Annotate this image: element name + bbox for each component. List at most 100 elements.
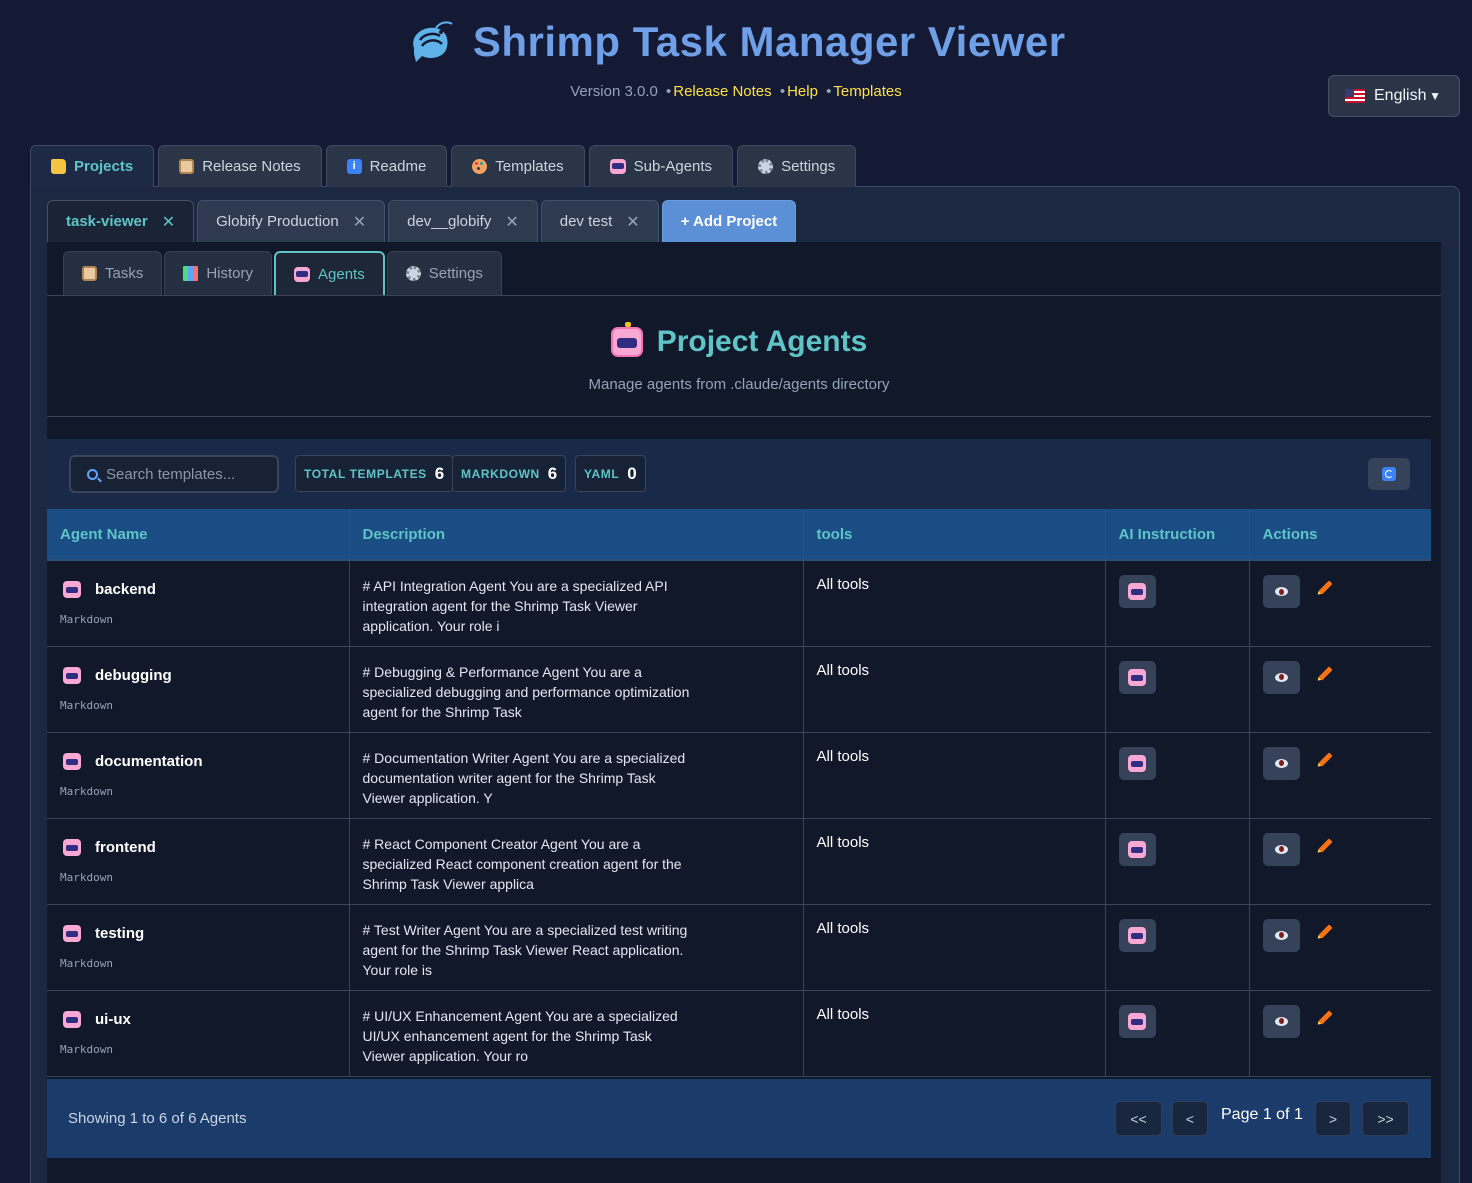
actions-cell: [1249, 646, 1431, 733]
stat-yaml: YAML 0: [575, 455, 646, 492]
column-header-description[interactable]: Description: [349, 509, 804, 561]
agent-name-cell: frontend Markdown: [47, 818, 350, 905]
agent-name[interactable]: ui-ux: [95, 1011, 131, 1028]
view-button[interactable]: [1262, 746, 1300, 780]
table-row[interactable]: backend Markdown # API Integration Agent Y…: [47, 560, 1431, 647]
agent-name[interactable]: testing: [95, 925, 144, 942]
ai-instruction-button[interactable]: [1118, 832, 1156, 866]
last-page-button[interactable]: >>: [1362, 1101, 1409, 1136]
agent-type: Markdown: [60, 870, 113, 884]
help-link[interactable]: Help: [787, 83, 818, 100]
close-icon[interactable]: ✕: [353, 212, 366, 232]
templates-link[interactable]: Templates: [833, 83, 901, 100]
edit-pencil-icon[interactable]: [1317, 1009, 1333, 1025]
ai-instruction-button[interactable]: [1118, 660, 1156, 694]
edit-pencil-icon[interactable]: [1317, 837, 1333, 853]
tools-cell: All tools: [803, 990, 1106, 1077]
agent-description: # API Integration Agent You are a specia…: [362, 578, 668, 634]
palette-icon: [472, 159, 488, 174]
sub-tab-settings[interactable]: Settings: [386, 251, 502, 295]
table-row[interactable]: testing Markdown # Test Writer Agent You a…: [47, 904, 1431, 991]
edit-pencil-icon[interactable]: [1317, 665, 1333, 681]
table-row[interactable]: documentation Markdown # Documentation Wri…: [47, 732, 1431, 819]
project-tab-task-viewer[interactable]: task-viewer ✕: [47, 200, 195, 242]
tab-readme[interactable]: i Readme: [325, 145, 448, 187]
robot-icon: [63, 752, 81, 770]
tab-projects[interactable]: Projects: [30, 145, 155, 187]
sub-tab-history[interactable]: History: [164, 251, 273, 295]
next-page-button[interactable]: >: [1315, 1101, 1351, 1136]
project-tab-dev-test[interactable]: dev test ✕: [540, 200, 659, 242]
sub-tab-agents[interactable]: Agents: [274, 251, 385, 295]
close-icon[interactable]: ✕: [626, 212, 639, 232]
refresh-button[interactable]: [1368, 458, 1410, 490]
edit-pencil-icon[interactable]: [1317, 923, 1333, 939]
table-row[interactable]: frontend Markdown # React Component Creato…: [47, 818, 1431, 905]
version-line: Version 3.0.0 • Release Notes • Help • Temp…: [570, 83, 902, 100]
actions-cell: [1249, 732, 1431, 819]
agent-name-cell: documentation Markdown: [47, 732, 350, 819]
agent-name[interactable]: documentation: [95, 753, 203, 770]
agent-name-line: frontend: [63, 838, 336, 856]
search-input[interactable]: [106, 465, 256, 483]
actions-cell: [1249, 904, 1431, 991]
column-header-ai-instruction: AI Instruction: [1105, 509, 1250, 561]
agent-name[interactable]: frontend: [95, 839, 156, 856]
add-project-button[interactable]: + Add Project: [661, 200, 797, 242]
eye-icon: [1274, 758, 1288, 768]
table-row[interactable]: debugging Markdown # Debugging & Performan…: [47, 646, 1431, 733]
refresh-icon: [1382, 467, 1396, 481]
agent-name-cell: debugging Markdown: [47, 646, 350, 733]
stat-label: MARKDOWN: [461, 466, 540, 481]
project-tab-dev-globify[interactable]: dev__globify ✕: [388, 200, 538, 242]
agent-type: Markdown: [60, 784, 113, 798]
tab-templates[interactable]: Templates: [451, 145, 585, 187]
description-cell: # Debugging & Performance Agent You are …: [349, 646, 804, 733]
stat-value: 0: [627, 463, 637, 483]
tab-label: Settings: [781, 158, 836, 175]
view-button[interactable]: [1262, 660, 1300, 694]
view-button[interactable]: [1262, 1004, 1300, 1038]
sub-tab-tasks[interactable]: Tasks: [63, 251, 163, 295]
tab-sub-agents[interactable]: Sub-Agents: [588, 145, 734, 187]
robot-icon: [609, 159, 626, 174]
language-selector[interactable]: English ▼: [1328, 75, 1460, 117]
tab-release-notes[interactable]: Release Notes: [158, 145, 322, 187]
view-button[interactable]: [1262, 832, 1300, 866]
tab-label: Readme: [369, 158, 427, 175]
robot-icon: [63, 1010, 81, 1028]
project-tab-globify-production[interactable]: Globify Production ✕: [197, 200, 386, 242]
column-header-tools[interactable]: tools: [803, 509, 1106, 561]
divider: [47, 295, 1441, 296]
page-subtitle: Manage agents from .claude/agents direct…: [588, 376, 890, 393]
robot-icon: [1128, 754, 1146, 772]
column-header-agent-name[interactable]: Agent Name: [47, 509, 350, 561]
ai-instruction-button[interactable]: [1118, 575, 1156, 608]
agent-name[interactable]: backend: [95, 581, 156, 598]
agent-description: # Test Writer Agent You are a specialize…: [362, 921, 688, 978]
us-flag-icon: [1345, 89, 1365, 103]
agent-tools: All tools: [816, 576, 870, 593]
close-icon[interactable]: ✕: [162, 212, 175, 232]
agent-description: # Debugging & Performance Agent You are …: [362, 663, 690, 720]
project-tab-label: dev__globify: [407, 213, 492, 230]
view-button[interactable]: [1262, 575, 1300, 608]
sub-tabs: Tasks History Agents Settings: [63, 251, 504, 295]
agent-name[interactable]: debugging: [95, 667, 172, 684]
edit-pencil-icon[interactable]: [1317, 580, 1333, 595]
edit-pencil-icon[interactable]: [1317, 751, 1333, 767]
first-page-button[interactable]: <<: [1115, 1101, 1162, 1136]
close-icon[interactable]: ✕: [505, 212, 518, 232]
release-notes-link[interactable]: Release Notes: [673, 83, 771, 100]
ai-instruction-button[interactable]: [1118, 918, 1156, 952]
agent-type: Markdown: [60, 613, 113, 626]
prev-page-button[interactable]: <: [1172, 1101, 1208, 1136]
view-button[interactable]: [1262, 918, 1300, 952]
description-cell: # React Component Creator Agent You are …: [349, 818, 804, 905]
ai-instruction-button[interactable]: [1118, 746, 1156, 780]
tab-settings[interactable]: Settings: [737, 145, 857, 187]
ai-instruction-button[interactable]: [1118, 1004, 1156, 1038]
table-row[interactable]: ui-ux Markdown # UI/UX Enhancement Agent Y…: [47, 990, 1431, 1077]
tab-label: Projects: [74, 158, 134, 175]
ai-instruction-cell: [1105, 560, 1250, 647]
